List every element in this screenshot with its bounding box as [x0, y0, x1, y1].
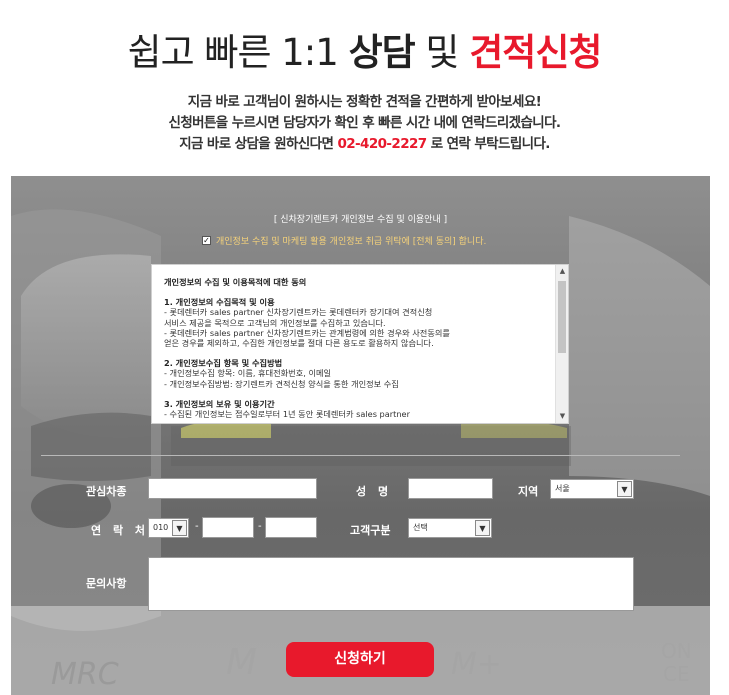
scroll-thumb[interactable]: [558, 281, 566, 353]
subtitle-line-3-post: 로 연락 부탁드립니다.: [426, 136, 551, 152]
badge-on: ON: [661, 639, 692, 663]
hero-section: 쉽고 빠른 1:1 상담 및 견적신청 지금 바로 고객님이 원하시는 정확한 …: [0, 0, 729, 176]
name-input[interactable]: [408, 478, 493, 499]
terms-line: 서비스 제공을 목적으로 고객님의 개인정보를 수집하고 있습니다.: [164, 317, 386, 328]
phone-prefix-select[interactable]: 010 ▼: [148, 518, 189, 538]
car-model-label: 관심차종: [86, 485, 127, 498]
subtitle-line-1: 지금 바로 고객님이 원하시는 정확한 견적을 간편하게 받아보세요!: [187, 94, 542, 110]
badge-m: M: [226, 642, 257, 683]
phone-number: 02-420-2227: [337, 136, 427, 152]
terms-line: - 개인정보수집 항목: 이름, 휴대전화번호, 이메일: [164, 368, 332, 379]
privacy-terms-text: 개인정보의 수집 및 이용목적에 대한 동의 1. 개인정보의 수집목적 및 이…: [164, 277, 550, 419]
terms-line: - 수집된 개인정보는 접수일로부터 1년 동안 롯데렌터카 sales par…: [164, 409, 410, 420]
terms-line: - 롯데렌터카 sales partner 신차장기렌트카는 관계법령에 의한 …: [164, 327, 450, 338]
phone-label: 연 락 처: [91, 524, 150, 537]
customer-type-value: 선택: [413, 523, 428, 532]
chevron-down-icon[interactable]: ▼: [475, 520, 490, 536]
badge-mrc: MRC: [51, 657, 119, 692]
name-label: 성 명: [356, 485, 393, 498]
consent-title: [ 신차장기렌트카 개인정보 수집 및 이용안내 ]: [273, 215, 448, 225]
scroll-down-arrow-icon[interactable]: ▼: [556, 410, 568, 423]
chevron-down-icon[interactable]: ▼: [172, 520, 187, 536]
car-model-input[interactable]: [148, 478, 317, 499]
privacy-terms-box[interactable]: 개인정보의 수집 및 이용목적에 대한 동의 1. 개인정보의 수집목적 및 이…: [151, 264, 569, 424]
region-select-value: 서울: [555, 484, 570, 493]
consent-agree-row[interactable]: ✓ 개인정보 수집 및 마케팅 활용 개인정보 취급 위탁에 [전체 동의] 합…: [202, 234, 486, 247]
title-part-quote: 견적신청: [469, 31, 602, 74]
page-title: 쉽고 빠른 1:1 상담 및 견적신청: [0, 22, 729, 76]
phone-prefix-value: 010: [153, 523, 169, 532]
title-part-1: 쉽고 빠른 1:1: [127, 31, 349, 74]
terms-line: 얻은 경우를 제외하고, 수집한 개인정보를 절대 다른 용도로 활용하지 않습…: [164, 338, 434, 349]
submit-button[interactable]: 신청하기: [286, 642, 434, 677]
customer-type-select[interactable]: 선택 ▼: [408, 518, 492, 538]
chevron-down-icon[interactable]: ▼: [617, 481, 632, 497]
scroll-up-arrow-icon[interactable]: ▲: [556, 265, 568, 278]
form-divider: [41, 455, 680, 456]
phone-separator: -: [258, 521, 262, 532]
region-select[interactable]: 서울 ▼: [550, 479, 634, 499]
quote-form-panel: MRC M M+ ON CE [ 신차장기렌트카 개인정보 수집 및 이용안내 …: [11, 176, 710, 695]
subtitle-line-3: 지금 바로 상담을 원하신다면 02-420-2227 로 연락 부탁드립니다.: [0, 132, 729, 152]
inquiry-textarea[interactable]: [148, 557, 634, 611]
subtitle-line-3-pre: 지금 바로 상담을 원하신다면: [179, 136, 338, 152]
customer-type-label: 고객구분: [350, 524, 391, 537]
terms-line: - 롯데렌터카 sales partner 신차장기렌트카는 롯데렌터카 장기대…: [164, 307, 433, 318]
consent-checkbox-label[interactable]: 개인정보 수집 및 마케팅 활용 개인정보 취급 위탁에 [전체 동의] 합니다…: [216, 234, 486, 247]
region-label: 지역: [518, 485, 539, 498]
badge-m-plus: M+: [451, 647, 502, 682]
terms-section-2-title: 2. 개인정보수집 항목 및 수집방법: [164, 358, 283, 369]
terms-line: - 개인정보수집방법: 장기렌트카 견적신청 양식을 통한 개인정보 수집: [164, 378, 399, 389]
inquiry-label: 문의사항: [86, 577, 127, 590]
subtitle-line-2: 신청버튼을 누르시면 담당자가 확인 후 빠른 시간 내에 연락드리겠습니다.: [168, 115, 562, 131]
terms-section-3-title: 3. 개인정보의 보유 및 이용기간: [164, 398, 275, 409]
badge-ce: CE: [663, 662, 690, 686]
car-background-image: MRC M M+ ON CE: [11, 209, 710, 695]
phone-last-input[interactable]: [265, 517, 317, 538]
terms-heading: 개인정보의 수집 및 이용목적에 대한 동의: [164, 277, 307, 287]
terms-scrollbar[interactable]: ▲ ▼: [555, 265, 568, 423]
terms-section-1-title: 1. 개인정보의 수집목적 및 이용: [164, 297, 275, 308]
title-part-consult: 상담: [348, 31, 416, 74]
phone-separator: -: [195, 521, 199, 532]
consent-checkbox[interactable]: ✓: [202, 236, 211, 245]
title-part-and: 및: [414, 31, 470, 74]
phone-middle-input[interactable]: [202, 517, 254, 538]
